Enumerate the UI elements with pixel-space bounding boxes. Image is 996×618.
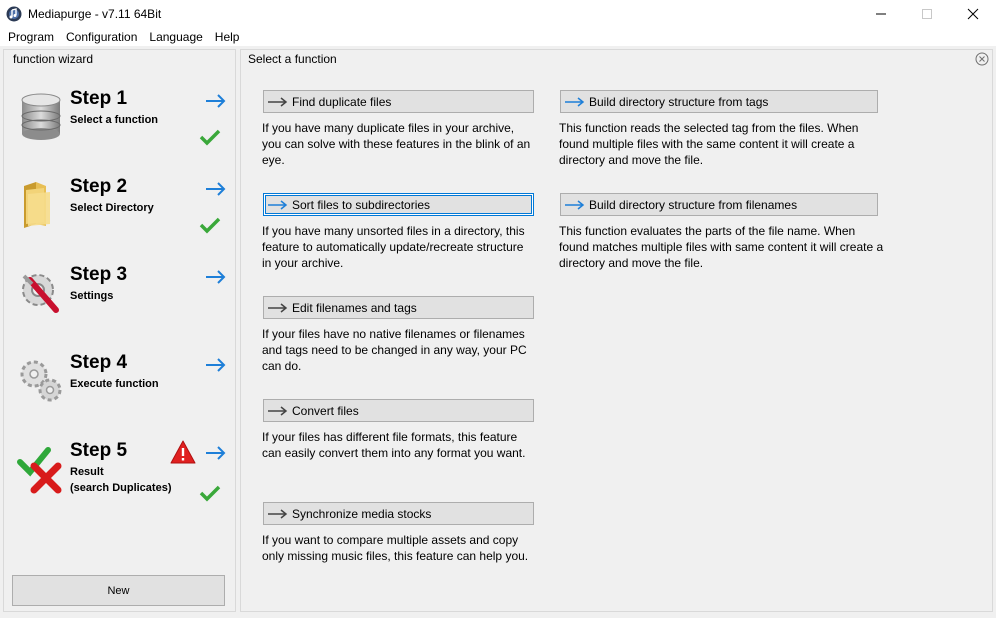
- app-icon: [6, 6, 22, 21]
- arrow-right-icon: [268, 199, 288, 210]
- wizard-step-4[interactable]: Step 4 Execute function: [16, 352, 228, 422]
- find-duplicates-label: Find duplicate files: [292, 94, 392, 109]
- step-4-title: Step 4: [70, 352, 128, 373]
- result-icon: [17, 447, 62, 494]
- convert-files-description: If your files has different file formats…: [262, 430, 526, 460]
- wizard-caption: function wizard: [13, 52, 94, 66]
- arrow-right-icon: [268, 96, 288, 107]
- menu-configuration[interactable]: Configuration: [61, 30, 142, 44]
- synchronize-media-label: Synchronize media stocks: [292, 506, 432, 521]
- minimize-icon: [876, 13, 886, 14]
- convert-files-button[interactable]: Convert files: [263, 399, 534, 422]
- wizard-step-3[interactable]: Step 3 Settings: [16, 264, 228, 334]
- folder-icon: [24, 182, 50, 228]
- synchronize-media-button[interactable]: Synchronize media stocks: [263, 502, 534, 525]
- step-1-subtitle: Select a function: [70, 114, 159, 126]
- maximize-button[interactable]: [904, 0, 950, 27]
- wizard-step-1[interactable]: Step 1 Select a function: [16, 88, 228, 158]
- function-panel-caption: Select a function: [248, 52, 337, 66]
- step-3-subtitle: Settings: [70, 290, 114, 302]
- build-from-filenames-label: Build directory structure from filenames: [589, 197, 798, 212]
- build-from-tags-button[interactable]: Build directory structure from tags: [560, 90, 878, 113]
- step-1-title: Step 1: [70, 88, 128, 109]
- checkmark-icon: [199, 129, 221, 146]
- build-from-filenames-button[interactable]: Build directory structure from filenames: [560, 193, 878, 216]
- title-bar: Mediapurge - v7.11 64Bit: [0, 0, 996, 27]
- build-from-tags-description: This function reads the selected tag fro…: [559, 121, 859, 167]
- arrow-right-icon: [206, 94, 226, 108]
- menu-language[interactable]: Language: [144, 30, 207, 44]
- checkmark-icon: [199, 485, 221, 502]
- menu-help[interactable]: Help: [210, 30, 245, 44]
- settings-tools-icon: [22, 274, 59, 313]
- synchronize-media-description: If you want to compare multiple assets a…: [262, 533, 529, 563]
- sort-files-description: If you have many unsorted files in a dir…: [262, 224, 525, 270]
- step-2-subtitle: Select Directory: [70, 202, 154, 214]
- menu-program[interactable]: Program: [3, 30, 59, 44]
- maximize-icon: [922, 8, 932, 19]
- arrow-right-icon: [565, 199, 585, 210]
- close-panel-icon[interactable]: [975, 52, 989, 66]
- edit-filenames-button[interactable]: Edit filenames and tags: [263, 296, 534, 319]
- step-5-title: Step 5: [70, 440, 128, 461]
- function-panel: Select a function Find duplicate files I…: [240, 49, 993, 612]
- wizard-step-2[interactable]: Step 2 Select Directory: [16, 176, 228, 246]
- new-button[interactable]: New: [12, 575, 225, 606]
- gears-icon: [20, 360, 62, 402]
- step-3-title: Step 3: [70, 264, 128, 285]
- minimize-button[interactable]: [858, 0, 904, 27]
- arrow-right-icon: [565, 96, 585, 107]
- arrow-right-icon: [268, 508, 288, 519]
- find-duplicates-description: If you have many duplicate files in your…: [262, 121, 531, 167]
- convert-files-label: Convert files: [292, 403, 359, 418]
- arrow-right-icon: [268, 302, 288, 313]
- warning-icon: [170, 440, 196, 464]
- sort-files-label: Sort files to subdirectories: [292, 197, 431, 212]
- arrow-right-icon: [206, 270, 226, 284]
- step-5-subtitle: Result (search Duplicates): [70, 466, 172, 494]
- arrow-right-icon: [206, 446, 226, 460]
- close-icon: [967, 8, 979, 19]
- find-duplicates-button[interactable]: Find duplicate files: [263, 90, 534, 113]
- edit-filenames-label: Edit filenames and tags: [292, 300, 417, 315]
- database-icon: [21, 93, 61, 140]
- build-from-filenames-description: This function evaluates the parts of the…: [559, 224, 884, 270]
- sort-files-button[interactable]: Sort files to subdirectories: [263, 193, 534, 216]
- menu-bar: Program Configuration Language Help: [0, 27, 996, 46]
- arrow-right-icon: [268, 405, 288, 416]
- close-button[interactable]: [950, 0, 996, 27]
- arrow-right-icon: [206, 358, 226, 372]
- wizard-panel: function wizard Step 1 Select a function…: [3, 49, 236, 612]
- window-title: Mediapurge - v7.11 64Bit: [28, 6, 162, 21]
- step-2-title: Step 2: [70, 176, 128, 197]
- wizard-step-5[interactable]: Step 5 Result (search Duplicates): [16, 440, 228, 510]
- step-4-subtitle: Execute function: [70, 378, 159, 390]
- arrow-right-icon: [206, 182, 226, 196]
- build-from-tags-label: Build directory structure from tags: [589, 94, 769, 109]
- checkmark-icon: [199, 217, 221, 234]
- edit-filenames-description: If your files have no native filenames o…: [262, 327, 527, 373]
